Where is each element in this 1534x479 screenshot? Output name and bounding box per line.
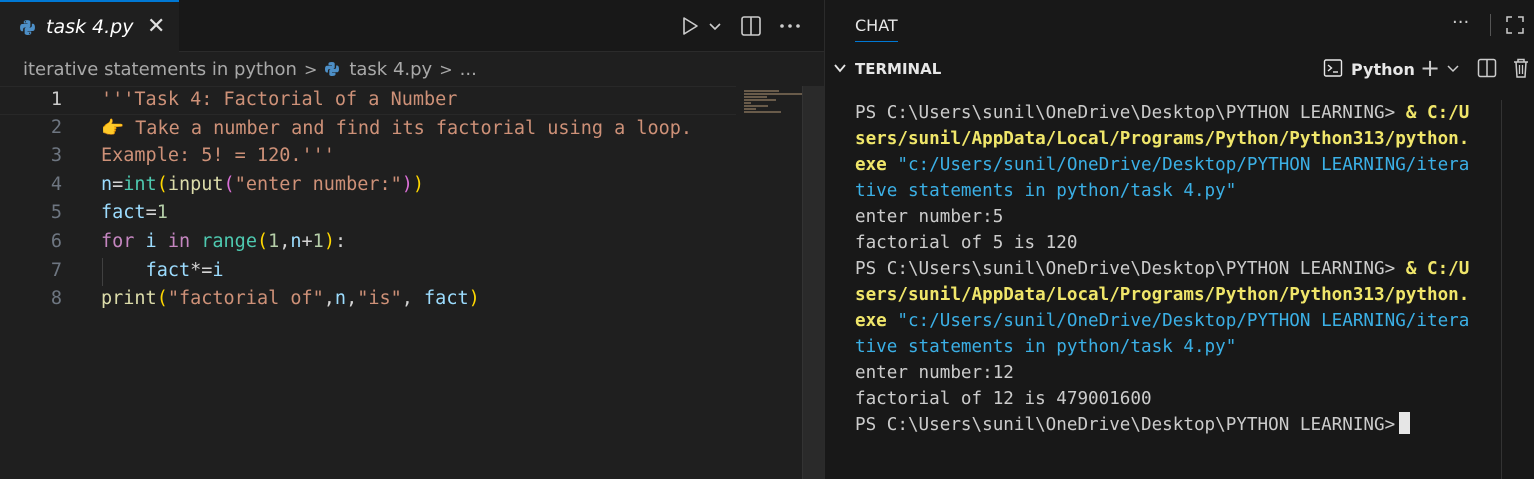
line-number: 4 (50, 173, 62, 195)
terminal-icon (1323, 59, 1343, 77)
terminal-line: factorial of 12 is 479001600 (855, 389, 1152, 409)
terminal-shell-label[interactable]: Python (1351, 60, 1415, 79)
terminal-line: sers/sunil/AppData/Local/Programs/Python… (855, 129, 1470, 149)
code-line[interactable]: 6 for i in range(1,n+1): (0, 229, 736, 258)
terminal-output[interactable]: PS C:\Users\sunil\OneDrive\Desktop\PYTHO… (855, 100, 1495, 438)
tab-label: task 4.py (46, 16, 134, 38)
terminal-title[interactable]: TERMINAL (855, 60, 941, 78)
code-text: '''Task 4: Factorial of a Number (101, 89, 458, 110)
code-line[interactable]: 7 fact*=i (0, 258, 736, 287)
close-tab-button[interactable]: ✕ (147, 14, 165, 39)
divider (1490, 14, 1491, 36)
line-number: 5 (50, 202, 62, 224)
line-number: 2 (50, 116, 62, 138)
more-actions-icon[interactable]: ··· (1452, 12, 1469, 33)
minimap-line (744, 105, 769, 107)
run-python-file-icon[interactable] (680, 14, 700, 38)
line-number: 1 (50, 89, 62, 110)
code-line[interactable]: 4 n=int(input("enter number:")) (0, 172, 736, 201)
chevron-down-icon[interactable] (708, 14, 722, 38)
maximize-icon[interactable] (1504, 14, 1526, 36)
minimap[interactable] (736, 86, 810, 479)
breadcrumb-symbols[interactable]: ... (460, 59, 477, 80)
terminal-line: PS C:\Users\sunil\OneDrive\Desktop\PYTHO… (855, 412, 1495, 438)
code-text: for i in range(1,n+1): (101, 231, 347, 252)
line-number: 8 (50, 288, 62, 310)
terminal-scrollbar[interactable] (1501, 100, 1502, 479)
line-number: 7 (50, 259, 62, 281)
more-actions-icon[interactable] (778, 14, 802, 38)
side-panel: CHAT ··· TERMINAL Python + PS C:\Users\s… (825, 0, 1534, 479)
editor-pane: task 4.py ✕ iterative statements in pyth… (0, 0, 824, 479)
tab-task-4-py[interactable]: task 4.py ✕ (0, 0, 179, 52)
terminal-line: enter number:5 (855, 207, 1004, 227)
code-line[interactable]: 8 print("factorial of",n,"is", fact) (0, 286, 736, 315)
breadcrumb-folder[interactable]: iterative statements in python (23, 59, 297, 80)
code-editor[interactable]: 1 '''Task 4: Factorial of a Number 2 👉 Take… (0, 86, 736, 479)
line-number: 3 (50, 145, 62, 167)
breadcrumb: iterative statements in python > task 4.… (0, 53, 824, 85)
terminal-line: factorial of 5 is 120 (855, 233, 1078, 253)
minimap-line (744, 108, 757, 110)
indent-guide (102, 257, 103, 287)
split-terminal-icon[interactable] (1477, 58, 1497, 78)
code-text: fact=1 (101, 202, 168, 224)
split-editor-icon[interactable] (740, 14, 762, 38)
new-terminal-button[interactable]: + (1420, 54, 1440, 82)
terminal-line: exe "c:/Users/sunil/OneDrive/Desktop/PYT… (855, 155, 1470, 175)
minimap-line (744, 99, 776, 101)
terminal-line: PS C:\Users\sunil\OneDrive\Desktop\PYTHO… (855, 103, 1470, 123)
python-file-icon (20, 20, 35, 35)
minimap-line (744, 96, 768, 98)
terminal-line: sers/sunil/AppData/Local/Programs/Python… (855, 285, 1470, 305)
terminal-line: PS C:\Users\sunil\OneDrive\Desktop\PYTHO… (855, 259, 1470, 279)
code-line[interactable]: 3 Example: 5! = 120.''' (0, 143, 736, 172)
chevron-down-icon[interactable] (833, 61, 847, 75)
code-line[interactable]: 5 fact=1 (0, 200, 736, 229)
breadcrumb-file[interactable]: task 4.py (349, 59, 432, 80)
minimap-line (744, 93, 803, 95)
minimap-line (744, 111, 782, 113)
terminal-line: tive statements in python/task 4.py" (855, 181, 1237, 201)
editor-tab-bar: task 4.py ✕ (0, 0, 824, 52)
code-text: 👉 Take a number and find its factorial u… (101, 117, 693, 139)
terminal-cursor (1399, 412, 1411, 434)
code-text: print("factorial of",n,"is", fact) (101, 288, 480, 310)
terminal-line: tive statements in python/task 4.py" (855, 337, 1237, 357)
terminal-line: enter number:12 (855, 363, 1014, 383)
terminal-header: TERMINAL Python + (825, 52, 1534, 86)
editor-scrollbar[interactable] (802, 86, 824, 479)
code-line[interactable]: 1 '''Task 4: Factorial of a Number (0, 86, 736, 115)
chevron-right-icon: > (439, 59, 453, 79)
code-line[interactable]: 2 👉 Take a number and find its factorial … (0, 115, 736, 144)
minimap-line (744, 90, 780, 92)
code-text: n=int(input("enter number:")) (101, 173, 425, 195)
code-text: Example: 5! = 120.''' (101, 145, 335, 167)
trash-icon[interactable] (1511, 57, 1531, 79)
chevron-down-icon[interactable] (1447, 64, 1459, 74)
code-text: fact*=i (145, 259, 224, 281)
line-number: 6 (50, 231, 62, 252)
tab-chat[interactable]: CHAT (855, 16, 898, 42)
chevron-right-icon: > (303, 59, 318, 79)
terminal-line: exe "c:/Users/sunil/OneDrive/Desktop/PYT… (855, 311, 1470, 331)
python-file-icon (325, 62, 340, 76)
minimap-line (744, 102, 751, 104)
